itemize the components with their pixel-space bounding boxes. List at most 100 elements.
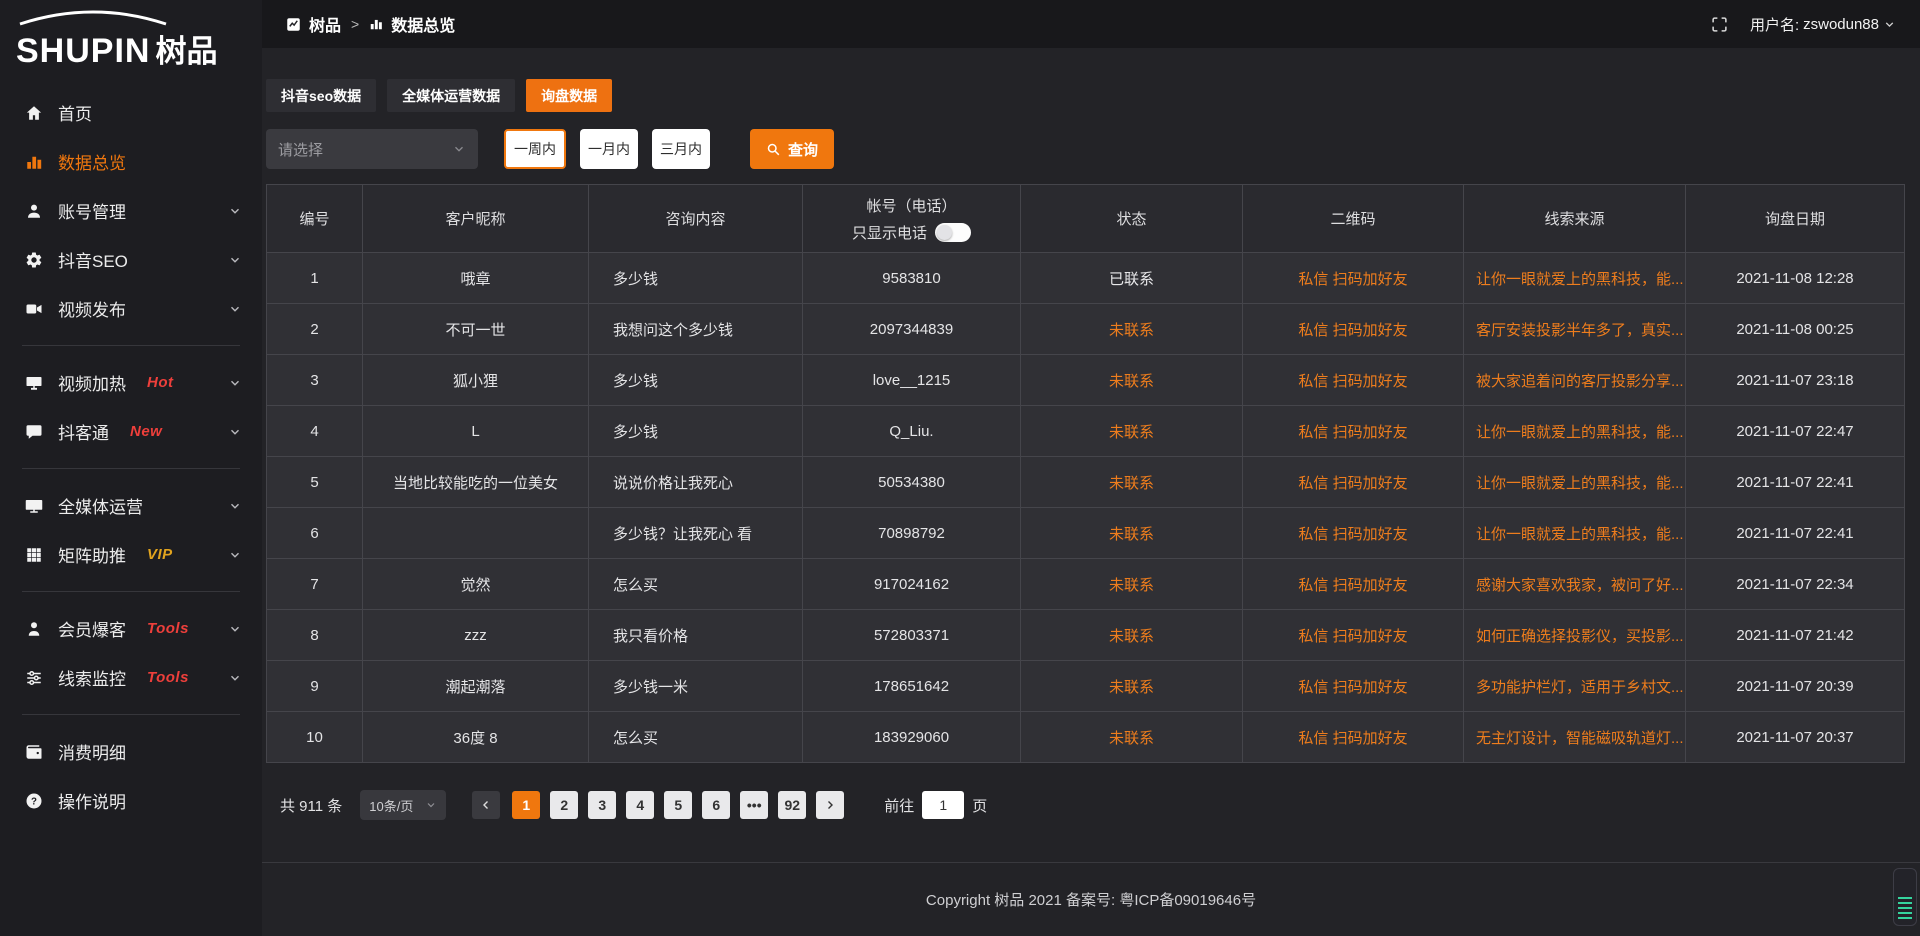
member-icon [24,620,43,638]
sidebar-item-矩阵助推[interactable]: 矩阵助推VIP [0,530,262,579]
sidebar-item-视频加热[interactable]: 视频加热Hot [0,358,262,407]
sidebar-item-抖音SEO[interactable]: 抖音SEO [0,235,262,284]
filter-select[interactable]: 请选择 [266,129,478,169]
cell-source-link[interactable]: 让你一眼就爱上的黑科技，能... [1464,406,1686,457]
sidebar-item-会员爆客[interactable]: 会员爆客Tools [0,604,262,653]
fullscreen-icon[interactable] [1711,16,1728,33]
cell-id: 10 [267,712,363,763]
page-button-92[interactable]: 92 [778,791,806,819]
sidebar-item-视频发布[interactable]: 视频发布 [0,284,262,333]
cell-content: 怎么买 [589,559,803,610]
cell-source-link[interactable]: 让你一眼就爱上的黑科技，能... [1464,508,1686,559]
range-button-一月内[interactable]: 一月内 [580,129,638,169]
cell-qr-link[interactable]: 私信 扫码加好友 [1243,661,1464,712]
goto-page-input[interactable] [922,791,964,819]
cell-nickname: 潮起潮落 [363,661,589,712]
goto-page: 前往 页 [884,791,987,819]
cell-source-link[interactable]: 感谢大家喜欢我家，被问了好... [1464,559,1686,610]
pagination-total: 共 911 条 [280,795,342,816]
next-page-button[interactable] [816,791,844,819]
cell-qr-link[interactable]: 私信 扫码加好友 [1243,712,1464,763]
chevron-down-icon [228,548,242,562]
user-icon [24,202,43,220]
phone-toggle[interactable] [935,223,971,242]
cell-id: 7 [267,559,363,610]
tab-全媒体运营数据[interactable]: 全媒体运营数据 [387,79,515,112]
cell-content: 我只看价格 [589,610,803,661]
copyright-text: Copyright 树品 2021 备案号: 粤ICP备09019646号 [926,889,1256,910]
chevron-down-icon [228,376,242,390]
cell-account: 70898792 [803,508,1021,559]
cell-qr-link[interactable]: 私信 扫码加好友 [1243,253,1464,304]
cell-qr-link[interactable]: 私信 扫码加好友 [1243,457,1464,508]
sidebar-badge: New [130,423,162,440]
tab-bar: 抖音seo数据全媒体运营数据询盘数据 [266,79,1904,112]
gear-icon [24,251,43,269]
sidebar-item-抖客通[interactable]: 抖客通 New [0,407,262,456]
sidebar-item-首页[interactable]: 首页 [0,88,262,137]
breadcrumb-root[interactable]: 树品 [309,12,341,36]
page-buttons: 123456 ••• 92 [512,791,806,819]
sidebar-item-账号管理[interactable]: 账号管理 [0,186,262,235]
page-button-2[interactable]: 2 [550,791,578,819]
sidebar-item-label: 矩阵助推 [58,542,126,567]
sidebar-item-数据总览[interactable]: 数据总览 [0,137,262,186]
tab-抖音seo数据[interactable]: 抖音seo数据 [266,79,376,112]
cell-date: 2021-11-07 23:18 [1686,355,1905,406]
sidebar-item-操作说明[interactable]: ?操作说明 [0,776,262,825]
cell-content: 怎么买 [589,712,803,763]
grid-icon [24,546,43,564]
cell-source-link[interactable]: 让你一眼就爱上的黑科技，能... [1464,457,1686,508]
sidebar-item-label: 全媒体运营 [58,493,143,518]
range-button-一周内[interactable]: 一周内 [504,129,566,169]
cell-qr-link[interactable]: 私信 扫码加好友 [1243,508,1464,559]
cell-qr-link[interactable]: 私信 扫码加好友 [1243,406,1464,457]
home-icon [24,104,43,122]
cell-source-link[interactable]: 无主灯设计，智能磁吸轨道灯... [1464,712,1686,763]
cell-date: 2021-11-07 22:34 [1686,559,1905,610]
cell-account: Q_Liu. [803,406,1021,457]
cell-source-link[interactable]: 如何正确选择投影仪，买投影... [1464,610,1686,661]
cell-qr-link[interactable]: 私信 扫码加好友 [1243,559,1464,610]
cell-source-link[interactable]: 客厅安装投影半年多了，真实... [1464,304,1686,355]
cell-qr-link[interactable]: 私信 扫码加好友 [1243,610,1464,661]
col-线索来源: 线索来源 [1464,185,1686,253]
tab-询盘数据[interactable]: 询盘数据 [526,79,612,112]
app-icon [286,17,301,32]
page-button-4[interactable]: 4 [626,791,654,819]
breadcrumb-current: 数据总览 [391,12,455,36]
cell-status: 未联系 [1021,457,1243,508]
query-button[interactable]: 查询 [750,129,834,169]
cell-status: 未联系 [1021,661,1243,712]
range-button-三月内[interactable]: 三月内 [652,129,710,169]
sidebar-item-消费明细[interactable]: 消费明细 [0,727,262,776]
more-pages-button[interactable]: ••• [740,791,768,819]
cell-qr-link[interactable]: 私信 扫码加好友 [1243,355,1464,406]
search-icon [766,142,781,157]
cell-account: 9583810 [803,253,1021,304]
page-button-1[interactable]: 1 [512,791,540,819]
page-button-5[interactable]: 5 [664,791,692,819]
sidebar-item-label: 视频加热 [58,370,126,395]
page-button-6[interactable]: 6 [702,791,730,819]
floating-widget[interactable] [1893,868,1917,926]
cell-qr-link[interactable]: 私信 扫码加好友 [1243,304,1464,355]
question-icon: ? [24,792,43,810]
col-咨询内容: 咨询内容 [589,185,803,253]
prev-page-button[interactable] [472,791,500,819]
cell-source-link[interactable]: 被大家追着问的客厅投影分享... [1464,355,1686,406]
user-menu[interactable]: 用户名: zswodun88 [1750,14,1896,35]
cell-source-link[interactable]: 让你一眼就爱上的黑科技，能... [1464,253,1686,304]
page-button-3[interactable]: 3 [588,791,616,819]
cell-status: 未联系 [1021,610,1243,661]
sidebar-badge: Tools [147,669,189,686]
sidebar-item-label: 抖客通 [58,419,109,444]
cell-account: 178651642 [803,661,1021,712]
sidebar-item-全媒体运营[interactable]: 全媒体运营 [0,481,262,530]
cell-source-link[interactable]: 多功能护栏灯，适用于乡村文... [1464,661,1686,712]
cell-nickname: 哦章 [363,253,589,304]
sidebar-item-线索监控[interactable]: 线索监控Tools [0,653,262,702]
svg-text:?: ? [31,796,37,807]
page-size-select[interactable]: 10条/页 [360,790,446,820]
sidebar-item-label: 抖音SEO [58,247,128,272]
